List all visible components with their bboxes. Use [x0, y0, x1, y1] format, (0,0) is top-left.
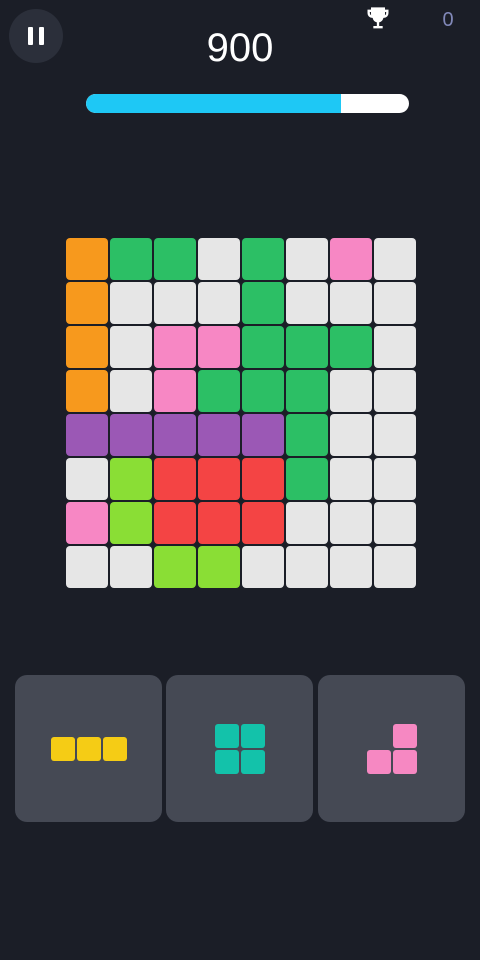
piece-slot-1[interactable] — [15, 675, 162, 822]
board-cell[interactable] — [330, 238, 372, 280]
board-cell[interactable] — [154, 458, 196, 500]
piece-block — [50, 736, 75, 761]
board-cell[interactable] — [242, 238, 284, 280]
board-cell[interactable] — [330, 414, 372, 456]
board-cell[interactable] — [286, 502, 328, 544]
board-cell[interactable] — [110, 414, 152, 456]
board-cell[interactable] — [110, 546, 152, 588]
board-cell[interactable] — [242, 502, 284, 544]
board-cell[interactable] — [286, 326, 328, 368]
board-cell[interactable] — [242, 458, 284, 500]
piece-block — [214, 723, 239, 748]
piece-gap — [367, 724, 391, 748]
board-cell[interactable] — [330, 282, 372, 324]
board-cell[interactable] — [66, 502, 108, 544]
piece-slot-2[interactable] — [166, 675, 313, 822]
board-cell[interactable] — [154, 546, 196, 588]
board-cell[interactable] — [198, 282, 240, 324]
board-cell[interactable] — [242, 546, 284, 588]
board-cell[interactable] — [374, 414, 416, 456]
board-cell[interactable] — [66, 546, 108, 588]
board-cell[interactable] — [242, 414, 284, 456]
board-cell[interactable] — [154, 414, 196, 456]
board-cell[interactable] — [154, 370, 196, 412]
trophy-icon — [367, 7, 389, 29]
board-cell[interactable] — [110, 458, 152, 500]
progress-fill — [86, 94, 342, 113]
board-cell[interactable] — [330, 458, 372, 500]
board-cell[interactable] — [286, 238, 328, 280]
piece-block — [392, 749, 417, 774]
piece-block — [240, 749, 265, 774]
board-cell[interactable] — [198, 370, 240, 412]
board-cell[interactable] — [374, 282, 416, 324]
piece-slot-3[interactable] — [318, 675, 465, 822]
board-cell[interactable] — [66, 282, 108, 324]
score-display: 900 — [206, 26, 274, 70]
board-cell[interactable] — [286, 370, 328, 412]
board-cell[interactable] — [242, 282, 284, 324]
best-score: 0 — [442, 9, 454, 31]
board-cell[interactable] — [110, 370, 152, 412]
piece-block — [366, 749, 391, 774]
board-cell[interactable] — [198, 458, 240, 500]
board-cell[interactable] — [66, 414, 108, 456]
board-cell[interactable] — [242, 326, 284, 368]
board-cell[interactable] — [66, 458, 108, 500]
board-cell[interactable] — [374, 326, 416, 368]
board-cell[interactable] — [66, 238, 108, 280]
board-cell[interactable] — [374, 502, 416, 544]
board-cell[interactable] — [66, 370, 108, 412]
board-cell[interactable] — [198, 502, 240, 544]
board-cell[interactable] — [154, 238, 196, 280]
piece-yellow-i3[interactable] — [50, 736, 127, 761]
board-cell[interactable] — [198, 546, 240, 588]
board-cell[interactable] — [154, 282, 196, 324]
board-cell[interactable] — [198, 238, 240, 280]
board-cell[interactable] — [110, 238, 152, 280]
piece-block — [392, 723, 417, 748]
board-cell[interactable] — [330, 502, 372, 544]
piece-block — [240, 723, 265, 748]
board-cell[interactable] — [330, 326, 372, 368]
board-cell[interactable] — [286, 282, 328, 324]
progress-bar — [86, 94, 409, 113]
board-cell[interactable] — [110, 326, 152, 368]
board-cell[interactable] — [110, 282, 152, 324]
board-cell[interactable] — [330, 370, 372, 412]
board-cell[interactable] — [374, 458, 416, 500]
board-cell[interactable] — [154, 502, 196, 544]
board-cell[interactable] — [286, 546, 328, 588]
board-cell[interactable] — [286, 414, 328, 456]
piece-pink-corner[interactable] — [366, 723, 417, 774]
board-cell[interactable] — [330, 546, 372, 588]
board-cell[interactable] — [154, 326, 196, 368]
board-cell[interactable] — [198, 326, 240, 368]
piece-block — [214, 749, 239, 774]
board-cell[interactable] — [374, 370, 416, 412]
board-cell[interactable] — [110, 502, 152, 544]
piece-block — [76, 736, 101, 761]
board-cell[interactable] — [242, 370, 284, 412]
game-board[interactable] — [66, 238, 416, 588]
board-cell[interactable] — [286, 458, 328, 500]
board-cell[interactable] — [374, 238, 416, 280]
piece-teal-square[interactable] — [214, 723, 265, 774]
piece-block — [102, 736, 127, 761]
board-cell[interactable] — [198, 414, 240, 456]
board-cell[interactable] — [374, 546, 416, 588]
board-cell[interactable] — [66, 326, 108, 368]
